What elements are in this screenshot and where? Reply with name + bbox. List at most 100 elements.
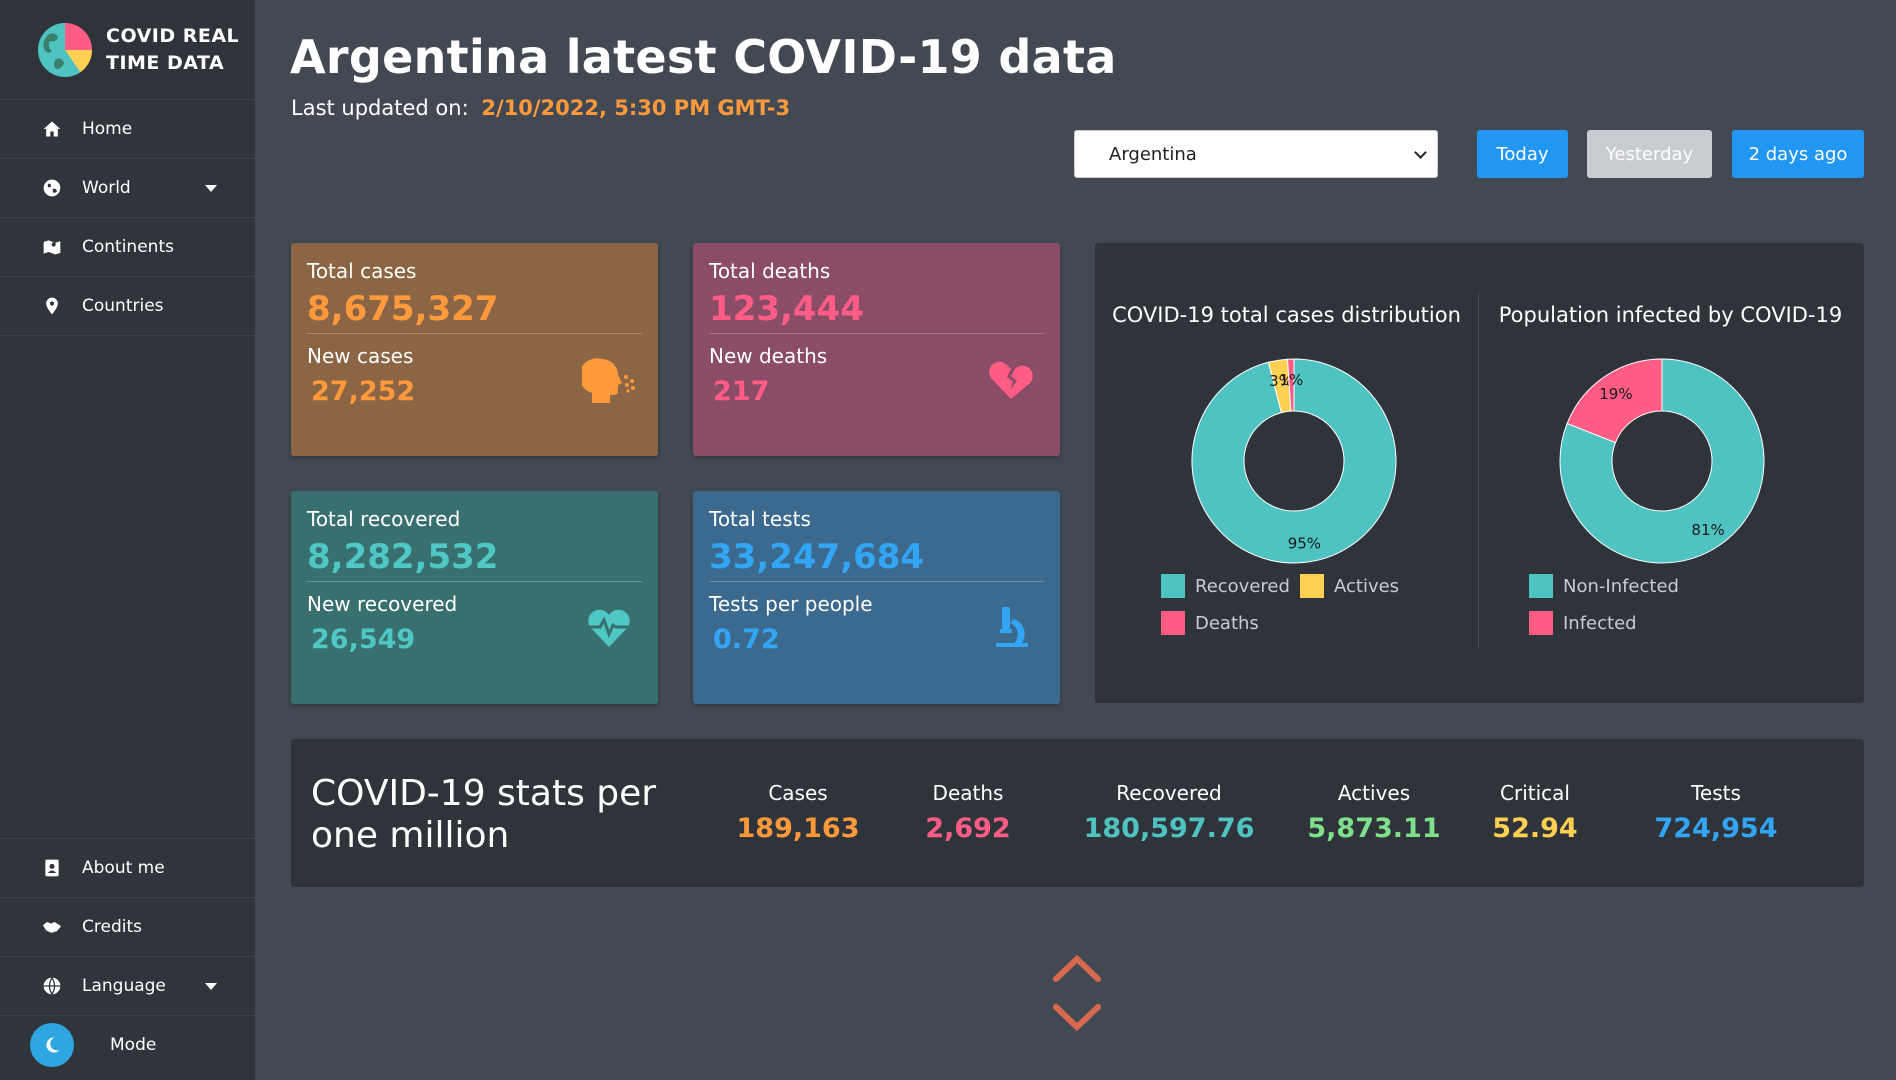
two-days-ago-button[interactable]: 2 days ago <box>1732 130 1864 178</box>
total-deaths-card: Total deaths 123,444 New deaths 217 <box>693 243 1060 456</box>
total-tests-label: Total tests <box>709 507 811 531</box>
sidebar-item-label: About me <box>82 858 165 878</box>
legend-actives: Actives <box>1300 574 1399 598</box>
heartbeat-icon <box>588 609 630 647</box>
chevron-down-icon <box>1414 146 1427 159</box>
moon-icon[interactable] <box>30 1023 74 1067</box>
mode-label: Mode <box>110 1035 157 1055</box>
sidebar-item-mode: Mode <box>0 1016 255 1074</box>
legend-swatch <box>1300 574 1324 598</box>
chevron-down-icon <box>205 185 217 192</box>
legend-swatch <box>1529 611 1553 635</box>
yesterday-button[interactable]: Yesterday <box>1587 130 1712 178</box>
stat-value: 189,163 <box>736 813 860 844</box>
charts-panel: COVID-19 total cases distribution 95% 3% 1… <box>1095 243 1864 703</box>
sidebar-item-about-me[interactable]: About me <box>0 839 255 898</box>
last-updated: Last updated on: 2/10/2022, 5:30 PM GMT-… <box>291 96 790 120</box>
sidebar-item-world[interactable]: World <box>0 159 255 218</box>
stat-value: 52.94 <box>1492 813 1578 844</box>
slice-value-label: 81% <box>1691 521 1724 539</box>
sidebar-item-language[interactable]: Language <box>0 957 255 1016</box>
total-cases-value: 8,675,327 <box>307 289 642 334</box>
sidebar-item-continents[interactable]: Continents <box>0 218 255 277</box>
legend-swatch <box>1161 574 1185 598</box>
total-deaths-value: 123,444 <box>709 289 1044 334</box>
stat-recovered: Recovered 180,597.76 <box>1069 781 1269 844</box>
coughing-head-icon <box>582 358 635 403</box>
sidebar-item-home[interactable]: Home <box>0 100 255 159</box>
total-tests-card: Total tests 33,247,684 Tests per people … <box>693 491 1060 704</box>
total-recovered-value: 8,282,532 <box>307 537 642 582</box>
handshake-icon <box>40 915 64 939</box>
chevron-down-icon <box>205 983 217 990</box>
contact-card-icon <box>40 856 64 880</box>
today-button[interactable]: Today <box>1477 130 1568 178</box>
total-deaths-label: Total deaths <box>709 259 831 283</box>
globe-icon <box>40 176 64 200</box>
chevron-up-icon[interactable] <box>1053 955 1101 982</box>
sidebar-item-credits[interactable]: Credits <box>0 898 255 957</box>
slice-value-label: 19% <box>1599 385 1632 403</box>
total-cases-label: Total cases <box>307 259 417 283</box>
stat-value: 724,954 <box>1654 813 1778 844</box>
stat-value: 2,692 <box>925 813 1011 844</box>
slice-value-label: 95% <box>1288 534 1321 552</box>
last-updated-label: Last updated on: <box>291 96 469 120</box>
legend-label: Actives <box>1334 575 1400 597</box>
home-icon <box>40 117 64 141</box>
legend-deaths: Deaths <box>1161 611 1259 635</box>
last-updated-value: 2/10/2022, 5:30 PM GMT-3 <box>481 96 791 120</box>
location-pin-icon <box>40 294 64 318</box>
legend-label: Infected <box>1563 612 1637 634</box>
broken-heart-icon <box>989 361 1033 399</box>
map-icon <box>40 235 64 259</box>
sidebar-item-label: Continents <box>82 237 174 257</box>
stat-label: Cases <box>768 781 828 805</box>
stat-value: 180,597.76 <box>1083 813 1255 844</box>
donut-chart: 95%3%1% <box>1191 358 1397 564</box>
slice-value-label: 1% <box>1279 371 1303 389</box>
sidebar-item-label: Language <box>82 976 166 996</box>
total-tests-value: 33,247,684 <box>709 537 1044 582</box>
legend-infected: Infected <box>1529 611 1637 635</box>
population-infected-chart: Population infected by COVID-19 81% 19% N… <box>1479 243 1862 703</box>
legend-non-infected: Non-Infected <box>1529 574 1679 598</box>
globe-icon <box>40 974 64 998</box>
brand[interactable]: COVID REAL TIME DATA <box>0 0 255 100</box>
stat-label: Actives <box>1337 781 1411 805</box>
total-cases-card: Total cases 8,675,327 New cases 27,252 <box>291 243 658 456</box>
sidebar-item-label: World <box>82 178 131 198</box>
total-recovered-card: Total recovered 8,282,532 New recovered … <box>291 491 658 704</box>
stat-label: Recovered <box>1116 781 1222 805</box>
legend-label: Recovered <box>1195 575 1290 597</box>
sidebar-item-label: Home <box>82 119 133 139</box>
chevron-down-icon[interactable] <box>1053 1004 1101 1032</box>
legend-recovered: Recovered <box>1161 574 1290 598</box>
main-nav: Home World Continents Countries <box>0 100 255 336</box>
sidebar-item-label: Credits <box>82 917 142 937</box>
stat-label: Tests <box>1691 781 1741 805</box>
stat-actives: Actives 5,873.11 <box>1294 781 1454 844</box>
brand-line-1: COVID REAL <box>106 24 240 47</box>
stat-cases: Cases 189,163 <box>728 781 868 844</box>
stat-tests: Tests 724,954 <box>1636 781 1796 844</box>
stats-per-million-title: COVID-19 stats per one million <box>311 773 657 856</box>
stat-label: Deaths <box>932 781 1004 805</box>
sidebar-item-countries[interactable]: Countries <box>0 277 255 336</box>
logo-icon <box>36 20 94 79</box>
legend-swatch <box>1161 611 1185 635</box>
cases-distribution-chart: COVID-19 total cases distribution 95% 3% 1… <box>1095 243 1478 703</box>
stat-value: 5,873.11 <box>1307 813 1441 844</box>
stat-label: Critical <box>1500 781 1570 805</box>
bottom-nav: About me Credits Language Mode <box>0 838 255 1074</box>
country-select[interactable]: Argentina <box>1074 130 1438 178</box>
stat-critical: Critical 52.94 <box>1475 781 1595 844</box>
legend-label: Non-Infected <box>1563 575 1679 597</box>
scroll-arrows <box>1053 955 1101 1032</box>
legend-label: Deaths <box>1195 612 1259 634</box>
page-title: Argentina latest COVID-19 data <box>290 30 1117 84</box>
legend-swatch <box>1529 574 1553 598</box>
total-recovered-label: Total recovered <box>307 507 461 531</box>
microscope-icon <box>996 607 1028 647</box>
country-select-value: Argentina <box>1109 143 1197 165</box>
